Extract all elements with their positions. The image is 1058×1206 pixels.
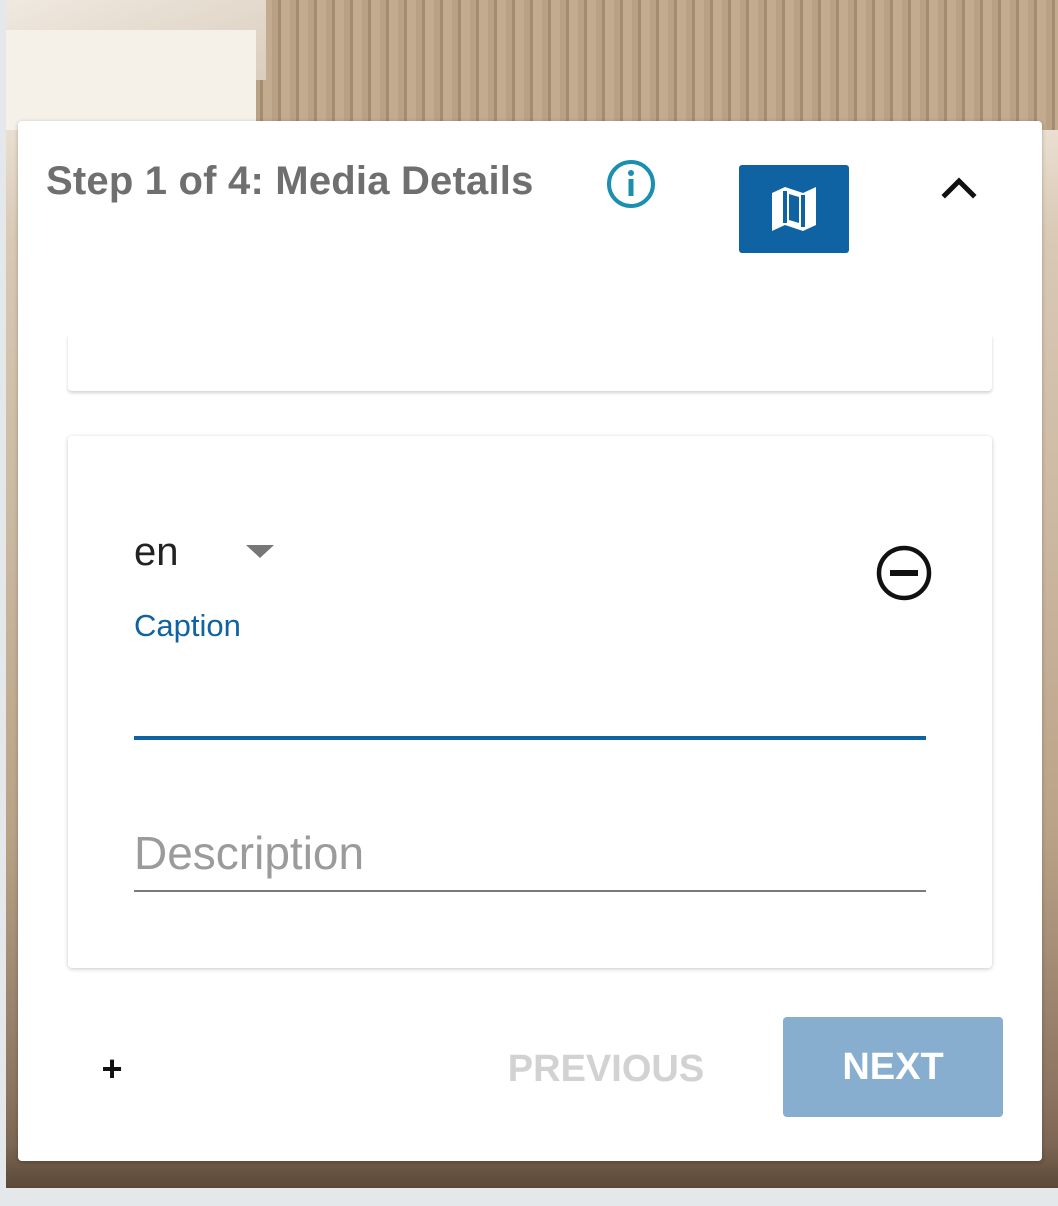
chevron-up-icon: [941, 177, 977, 199]
background-wall: [236, 0, 1058, 130]
caption-panel: en Caption: [68, 436, 992, 968]
minus-circle-icon: [876, 545, 932, 601]
info-circle-icon: [607, 160, 655, 208]
map-button[interactable]: [739, 165, 849, 253]
next-button[interactable]: NEXT: [783, 1017, 1003, 1117]
dropdown-arrow-icon: [246, 545, 274, 558]
caption-label: Caption: [134, 608, 241, 643]
info-button[interactable]: [606, 159, 656, 209]
map-icon: [772, 187, 816, 231]
remove-caption-button[interactable]: [874, 543, 934, 603]
background-window: [6, 30, 256, 130]
previous-button[interactable]: PREVIOUS: [496, 1039, 716, 1099]
language-value: en: [134, 529, 179, 574]
add-caption-button[interactable]: +: [92, 1048, 132, 1089]
description-input[interactable]: [134, 816, 926, 892]
step-title: Step 1 of 4: Media Details: [46, 159, 534, 203]
previous-caption-panel: [68, 335, 992, 391]
caption-input[interactable]: [134, 656, 926, 740]
caption-list[interactable]: en Caption: [18, 335, 1042, 995]
media-details-dialog: Step 1 of 4: Media Details en Caption De…: [18, 121, 1042, 1161]
collapse-button[interactable]: [934, 161, 984, 211]
language-select[interactable]: en: [134, 529, 284, 575]
